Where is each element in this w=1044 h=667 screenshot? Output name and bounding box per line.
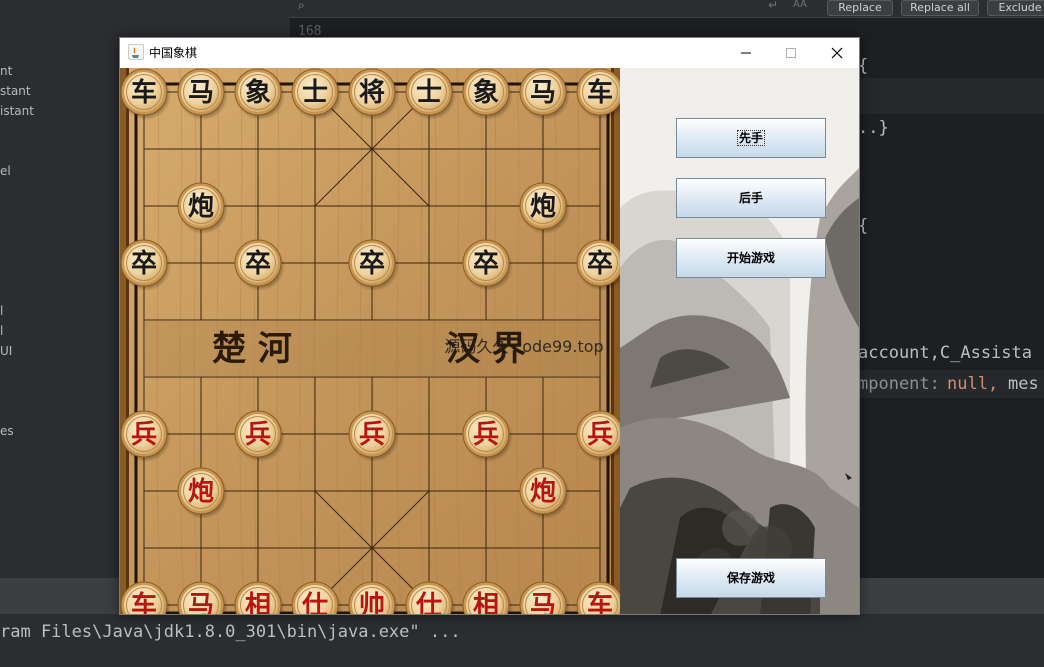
exclude-button[interactable]: Exclude [987, 0, 1044, 16]
second-move-button[interactable]: 后手 [676, 178, 826, 218]
find-replace-bar: ⌕ ↵ AA Replace Replace all Exclude [290, 0, 1044, 18]
piece-label: 士 [302, 78, 328, 108]
piece-label: 相 [245, 591, 271, 615]
first-move-button[interactable]: 先手 [676, 118, 826, 158]
piece-label: 象 [473, 77, 499, 108]
chess-board[interactable]: 楚 河 汉 界 源码久久 code99.top 车马象士将士象马车炮炮卒卒卒卒卒… [120, 68, 620, 615]
piece-label: 车 [131, 590, 157, 615]
search-icon[interactable]: ⌕ [298, 0, 305, 13]
java-app-icon [128, 44, 144, 60]
close-button[interactable] [814, 38, 859, 68]
piece-label: 帅 [359, 591, 385, 615]
piece-label: 仕 [415, 591, 442, 615]
watermark: 源码久久 code99.top [444, 337, 603, 356]
piece-label: 炮 [530, 191, 556, 222]
project-item[interactable]: nt [0, 64, 12, 78]
river-left-text: 楚 河 [212, 329, 292, 369]
maximize-icon [786, 48, 796, 58]
piece-label: 卒 [131, 248, 157, 279]
title-bar[interactable]: 中国象棋 [120, 38, 859, 68]
project-item[interactable]: UI [0, 344, 12, 358]
piece-label: 卒 [245, 248, 271, 279]
piece-label: 炮 [530, 476, 556, 507]
project-item[interactable]: el [0, 164, 11, 178]
piece-label: 卒 [473, 248, 499, 279]
code-text: account,C_Assista [858, 343, 1032, 363]
first-move-label: 先手 [736, 130, 766, 146]
minimize-button[interactable] [723, 38, 769, 68]
piece-label: 车 [587, 590, 613, 615]
control-panel: 先手 后手 开始游戏 保存游戏 [620, 68, 859, 614]
piece-label: 兵 [473, 420, 499, 450]
replace-icon[interactable]: ↵ [768, 0, 778, 12]
piece-label: 马 [188, 591, 214, 615]
piece-label: 卒 [359, 248, 385, 279]
piece-label: 车 [587, 77, 613, 108]
replace-all-button[interactable]: Replace all [901, 0, 979, 16]
match-case-icon[interactable]: AA [793, 0, 807, 10]
window-title: 中国象棋 [149, 46, 198, 60]
piece-label: 仕 [301, 591, 328, 615]
code-keyword: null, [947, 374, 999, 394]
run-console[interactable]: ram Files\Java\jdk1.8.0_301\bin\java.exe… [0, 614, 1044, 667]
code-hint: mponent: [858, 374, 940, 394]
piece-label: 马 [530, 591, 556, 615]
piece-label: 兵 [131, 420, 157, 450]
minimize-icon [741, 52, 751, 54]
project-item[interactable]: stant [0, 84, 31, 98]
project-item[interactable]: istant [0, 104, 34, 118]
replace-button[interactable]: Replace [827, 0, 893, 16]
save-game-button[interactable]: 保存游戏 [676, 558, 826, 598]
project-item[interactable]: es [0, 424, 14, 438]
project-item[interactable]: l [0, 304, 3, 318]
piece-label: 士 [416, 78, 442, 108]
piece-label: 象 [245, 77, 271, 108]
maximize-button[interactable] [768, 38, 814, 68]
piece-label: 车 [131, 77, 157, 108]
piece-label: 兵 [587, 420, 613, 450]
console-output: ram Files\Java\jdk1.8.0_301\bin\java.exe… [0, 622, 461, 642]
piece-label: 兵 [359, 420, 385, 450]
piece-label: 马 [530, 78, 556, 108]
piece-label: 炮 [188, 476, 214, 507]
piece-label: 相 [473, 591, 499, 615]
piece-label: 炮 [188, 191, 214, 222]
piece-label: 兵 [245, 420, 271, 450]
piece-label: 将 [359, 78, 385, 108]
chess-window: 中国象棋 楚 河 汉 界 源码久久 code99.top 车 马 象 士 将 士… [119, 37, 860, 615]
project-item[interactable]: l [0, 324, 3, 338]
code-text: ..} [858, 118, 889, 138]
code-text: mes [1008, 374, 1039, 394]
piece-label: 马 [188, 78, 214, 108]
piece-label: 卒 [587, 248, 613, 279]
close-icon [831, 47, 843, 59]
start-game-button[interactable]: 开始游戏 [676, 238, 826, 278]
